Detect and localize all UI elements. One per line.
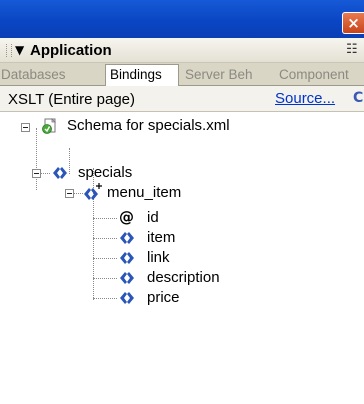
bindings-panel-window: × ▼ Application ☷ Databases Server Beh C… (0, 0, 364, 404)
panel-title[interactable]: Application (30, 42, 112, 59)
tree-node-schema[interactable]: Schema for specials.xml (0, 116, 364, 136)
refresh-icon[interactable]: C (353, 90, 363, 106)
tree-node-label: link (147, 249, 170, 266)
xml-schema-icon (42, 118, 56, 134)
collapse-toggle-icon[interactable] (65, 189, 74, 198)
source-link[interactable]: Source... (275, 90, 335, 107)
panel-options-menu-icon[interactable]: ☷ (346, 42, 358, 57)
drag-grip-icon[interactable] (6, 44, 12, 57)
tab-databases[interactable]: Databases (0, 66, 101, 86)
collapse-toggle-icon[interactable] (21, 123, 30, 132)
element-icon (120, 272, 134, 284)
tab-bindings[interactable]: Bindings (105, 64, 179, 86)
collapse-toggle-icon[interactable] (32, 169, 41, 178)
repeating-element-icon (84, 183, 102, 200)
schema-tree: Schema for specials.xml specials menu_it… (0, 112, 364, 404)
xslt-source-label: XSLT (Entire page) (8, 91, 136, 108)
close-button[interactable]: × (342, 12, 364, 34)
tree-node-description[interactable]: description (0, 268, 364, 288)
element-icon (120, 232, 134, 244)
tree-node-link[interactable]: link (0, 248, 364, 268)
tree-node-label: specials (78, 164, 133, 181)
tree-node-specials[interactable]: specials (0, 163, 364, 183)
element-icon (53, 167, 67, 179)
tree-node-label: description (147, 269, 220, 286)
tree-node-id[interactable]: @ id (0, 208, 364, 228)
collapse-arrow-icon[interactable]: ▼ (15, 42, 24, 58)
element-icon (120, 292, 134, 304)
tab-bar: Databases Server Beh Component Bindings (0, 63, 364, 86)
tree-node-item[interactable]: item (0, 228, 364, 248)
attribute-icon: @ (119, 208, 134, 226)
tree-node-label: Schema for specials.xml (67, 117, 230, 134)
tree-node-label: id (147, 209, 159, 226)
element-icon (120, 252, 134, 264)
tree-node-label: item (147, 229, 176, 246)
tree-node-label: menu_item (107, 184, 182, 201)
panel-group-header[interactable]: ▼ Application ☷ (0, 38, 364, 63)
tree-node-label: price (147, 289, 180, 306)
tab-server-behaviors[interactable]: Server Beh (184, 66, 275, 86)
window-title-bar[interactable]: × (0, 0, 364, 38)
bindings-toolbar: XSLT (Entire page) Source... C (0, 86, 364, 112)
tab-components[interactable]: Component (278, 66, 364, 86)
tree-node-price[interactable]: price (0, 288, 364, 308)
tree-node-menu-item[interactable]: menu_item (0, 183, 364, 203)
